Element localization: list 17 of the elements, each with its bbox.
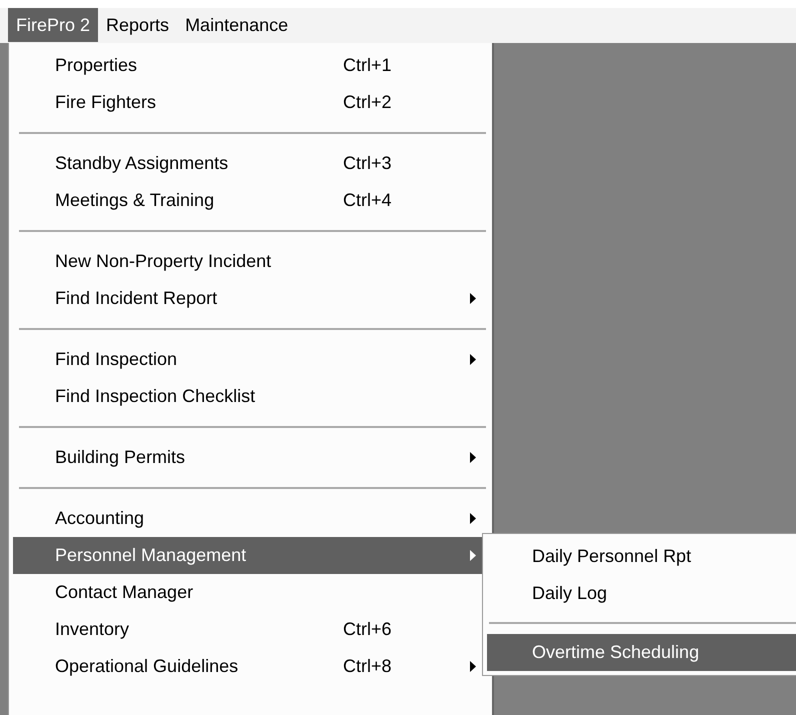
menu-item[interactable]: Find Inspection Checklist xyxy=(13,378,488,415)
menu-item[interactable]: New Non-Property Incident xyxy=(13,243,488,280)
menu-item[interactable]: Accounting xyxy=(13,500,488,537)
menu-item[interactable]: Meetings & Training Ctrl+4 xyxy=(13,182,488,219)
menu-bar-item[interactable]: FirePro 2 xyxy=(8,8,98,42)
menu-item[interactable]: Overtime Scheduling xyxy=(487,634,796,671)
menu-bar-item[interactable]: Maintenance xyxy=(177,8,296,42)
menu-item[interactable]: Find Incident Report xyxy=(13,280,488,317)
menu-item[interactable]: Fire Fighters Ctrl+2 xyxy=(13,84,488,121)
menu-item[interactable]: Standby Assignments Ctrl+3 xyxy=(13,145,488,182)
menu-item[interactable]: Building Permits xyxy=(13,439,488,476)
menu-item[interactable]: Properties Ctrl+1 xyxy=(13,47,488,84)
menu-item[interactable]: Operational Guidelines Ctrl+8 xyxy=(13,648,488,685)
menu-item[interactable]: Daily Log xyxy=(487,575,796,612)
menu-item[interactable]: Daily Personnel Rpt xyxy=(487,538,796,575)
menu-bar-item[interactable]: Reports xyxy=(98,8,178,42)
menu-item[interactable]: Find Inspection xyxy=(13,341,488,378)
